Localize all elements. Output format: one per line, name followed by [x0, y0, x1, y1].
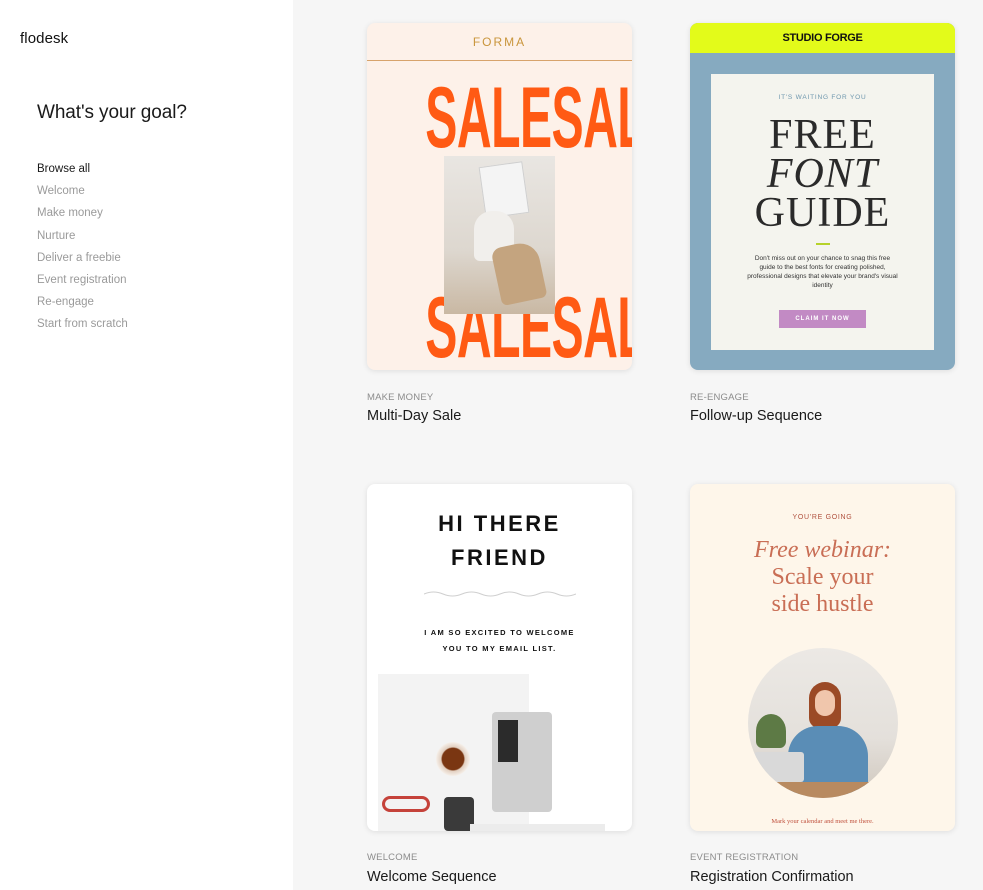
preview-footer: Mark your calendar and meet me there. [771, 818, 874, 825]
filter-start-from-scratch[interactable]: Start from scratch [37, 313, 128, 335]
headline-line: HI THERE [438, 511, 561, 536]
photo-strip [470, 824, 605, 831]
headline-line: FREE [769, 112, 876, 158]
laptop-shape [492, 712, 552, 812]
template-preview[interactable]: YOU'RE GOING Free webinar: Scale your si… [690, 484, 955, 831]
magazine-shape [478, 161, 530, 219]
filter-re-engage[interactable]: Re-engage [37, 291, 128, 313]
template-title[interactable]: Multi-Day Sale [367, 408, 461, 424]
preview-cta-button: CLAIM IT NOW [779, 310, 866, 328]
template-category: WELCOME [367, 852, 418, 863]
preview-kicker: YOU'RE GOING [792, 514, 853, 521]
preview-headline: HI THERE FRIEND [367, 507, 632, 575]
template-card-welcome-sequence[interactable]: HI THERE FRIEND I AM SO EXCITED TO WELCO… [367, 484, 632, 890]
template-card-multi-day-sale[interactable]: FORMA SALESALE SALESALE MAKE MONEY Multi… [367, 23, 632, 433]
face-shape [815, 690, 835, 716]
headline-line: FONT [766, 151, 879, 197]
headline-line: side hustle [771, 591, 874, 617]
preview-kicker: IT'S WAITING FOR YOU [778, 94, 867, 101]
template-title[interactable]: Welcome Sequence [367, 869, 497, 885]
preview-brand: FORMA [472, 35, 527, 49]
preview-divider [367, 60, 632, 61]
filter-event-registration[interactable]: Event registration [37, 269, 128, 291]
template-title[interactable]: Registration Confirmation [690, 869, 854, 885]
filter-browse-all[interactable]: Browse all [37, 158, 128, 180]
headline-line: FRIEND [451, 545, 548, 570]
headline-line: Scale your [771, 564, 874, 590]
glasses-shape [382, 796, 430, 812]
preview-headline: Free webinar: Scale your side hustle [690, 537, 955, 618]
template-preview[interactable]: STUDIO FORGE IT'S WAITING FOR YOU FREE F… [690, 23, 955, 370]
flodesk-logo[interactable]: flodesk [20, 30, 68, 47]
legs-shape [490, 239, 548, 307]
subtext-line: YOU TO MY EMAIL LIST. [442, 644, 557, 653]
laptop-shape [754, 752, 804, 782]
filter-nurture[interactable]: Nurture [37, 225, 128, 247]
template-card-registration-confirmation[interactable]: YOU'RE GOING Free webinar: Scale your si… [690, 484, 955, 890]
template-card-follow-up-sequence[interactable]: STUDIO FORGE IT'S WAITING FOR YOU FREE F… [690, 23, 955, 433]
template-title[interactable]: Follow-up Sequence [690, 408, 822, 424]
preview-accent-dash [816, 243, 830, 245]
template-preview[interactable]: FORMA SALESALE SALESALE [367, 23, 632, 370]
preview-body: Don't miss out on your chance to snag th… [747, 255, 898, 289]
preview-subtext: I AM SO EXCITED TO WELCOME YOU TO MY EMA… [367, 625, 632, 657]
tea-cup-shape [436, 742, 470, 776]
preview-panel: IT'S WAITING FOR YOU FREE FONT GUIDE Don… [711, 74, 934, 350]
goal-heading: What's your goal? [37, 102, 187, 123]
wave-divider-icon [424, 591, 576, 597]
headline-line: GUIDE [754, 190, 891, 236]
template-category: RE-ENGAGE [690, 392, 749, 403]
preview-photo [378, 674, 552, 831]
sidebar: flodesk What's your goal? Browse all Wel… [0, 0, 293, 890]
table-shape [748, 782, 898, 798]
preview-photo [444, 156, 555, 314]
goal-filter-list: Browse all Welcome Make money Nurture De… [37, 158, 128, 336]
template-preview[interactable]: HI THERE FRIEND I AM SO EXCITED TO WELCO… [367, 484, 632, 831]
subtext-line: I AM SO EXCITED TO WELCOME [424, 628, 575, 637]
laptop-screen-shape [498, 720, 518, 762]
plant-shape [756, 714, 786, 748]
preview-brand: STUDIO FORGE [690, 23, 955, 53]
template-category: EVENT REGISTRATION [690, 852, 799, 863]
template-category: MAKE MONEY [367, 392, 434, 403]
preview-sale-text: SALESALE [425, 70, 632, 166]
filter-deliver-a-freebie[interactable]: Deliver a freebie [37, 247, 128, 269]
filter-make-money[interactable]: Make money [37, 202, 128, 224]
preview-headline: FREE FONT GUIDE [711, 112, 934, 236]
headline-line: Free webinar: [753, 537, 892, 563]
filter-welcome[interactable]: Welcome [37, 180, 128, 202]
preview-photo [748, 648, 898, 798]
